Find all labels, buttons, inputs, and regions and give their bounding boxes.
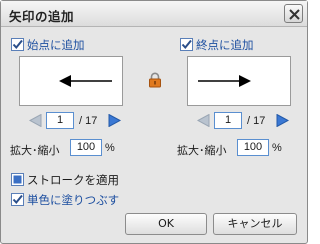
checkbox-checked-icon <box>180 38 193 51</box>
add-arrow-dialog: 矢印の追加 始点に追加 終点に追加 1 / 17 1 / 17 拡大･縮小 10… <box>0 0 308 244</box>
end-prev-icon[interactable] <box>196 113 210 128</box>
end-scale-label: 拡大･縮小 <box>177 144 227 157</box>
start-arrow-preview[interactable] <box>19 56 123 106</box>
start-scale-unit: % <box>105 142 115 154</box>
dialog-title: 矢印の追加 <box>9 9 75 24</box>
end-next-icon[interactable] <box>276 113 290 128</box>
start-page-input[interactable]: 1 <box>46 112 74 129</box>
end-scale-unit: % <box>272 142 282 154</box>
ok-button[interactable]: OK <box>125 213 207 235</box>
end-checkbox-label[interactable]: 終点に追加 <box>196 37 254 53</box>
close-button[interactable] <box>284 4 303 23</box>
end-scale-input[interactable]: 100 <box>237 139 269 156</box>
start-checkbox[interactable] <box>11 38 24 51</box>
checkbox-unchecked-icon <box>11 173 24 186</box>
start-checkbox-label[interactable]: 始点に追加 <box>27 37 85 53</box>
lock-icon[interactable] <box>147 72 163 88</box>
end-arrow-preview[interactable] <box>187 56 291 106</box>
title-bar[interactable]: 矢印の追加 <box>1 1 307 27</box>
start-prev-icon[interactable] <box>28 113 42 128</box>
fill-single-color-checkbox[interactable] <box>11 193 24 206</box>
cancel-button[interactable]: キャンセル <box>213 213 297 235</box>
end-page-total: / 17 <box>247 115 266 127</box>
close-x-icon <box>289 9 300 20</box>
start-page-total: / 17 <box>79 115 98 127</box>
fill-single-color-label[interactable]: 単色に塗りつぶす <box>27 192 119 208</box>
end-page-input[interactable]: 1 <box>214 112 242 129</box>
start-scale-input[interactable]: 100 <box>70 139 102 156</box>
left-arrow-icon <box>59 75 112 87</box>
start-next-icon[interactable] <box>108 113 122 128</box>
end-checkbox[interactable] <box>180 38 193 51</box>
apply-stroke-checkbox[interactable] <box>11 173 24 186</box>
checkbox-checked-icon <box>11 193 24 206</box>
start-scale-label: 拡大･縮小 <box>10 144 60 157</box>
apply-stroke-label[interactable]: ストロークを適用 <box>27 172 119 188</box>
checkbox-checked-icon <box>11 38 24 51</box>
right-arrow-icon <box>198 75 251 87</box>
